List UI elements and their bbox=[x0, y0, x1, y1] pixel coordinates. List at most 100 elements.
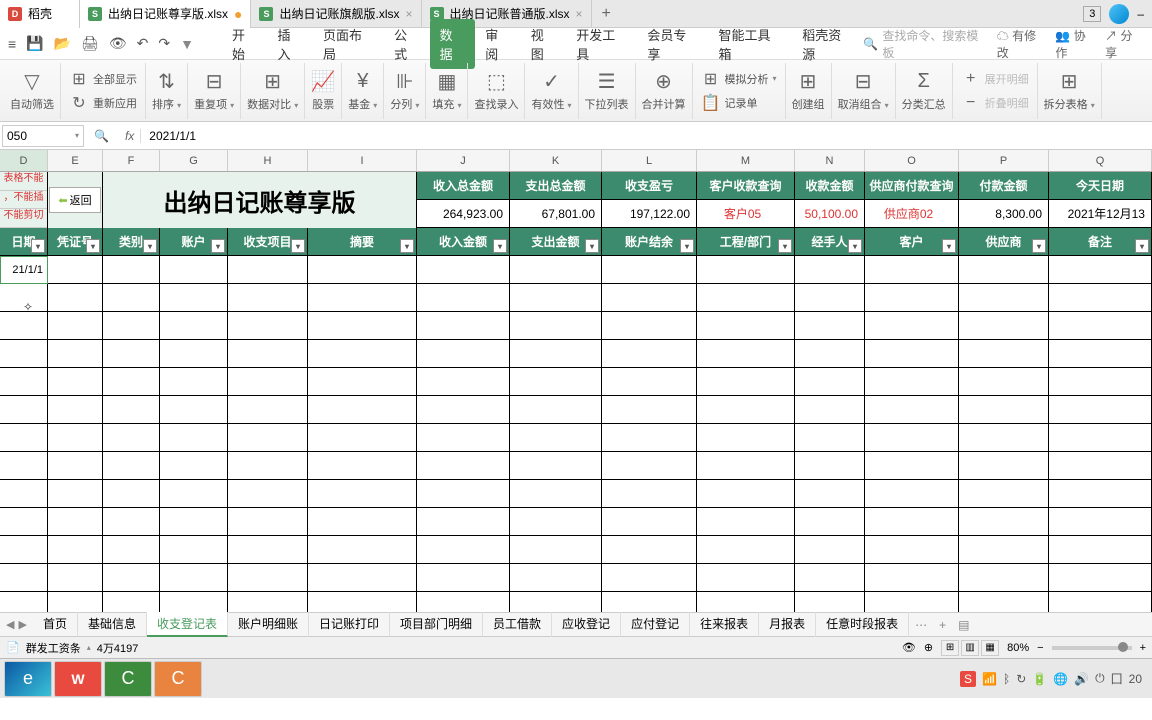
sheet-tab[interactable]: 任意时段报表 bbox=[816, 612, 909, 637]
filter-header[interactable]: 收入金额▾ bbox=[417, 228, 510, 256]
cell[interactable] bbox=[228, 424, 308, 452]
cell[interactable] bbox=[48, 508, 103, 536]
cell[interactable] bbox=[510, 340, 602, 368]
cell[interactable] bbox=[103, 480, 160, 508]
rtab-layout[interactable]: 页面布局 bbox=[313, 19, 384, 69]
cell[interactable] bbox=[959, 536, 1049, 564]
cell[interactable] bbox=[417, 480, 510, 508]
subtotal-button[interactable]: Σ分类汇总 bbox=[902, 70, 946, 112]
sheet-tab[interactable]: 应收登记 bbox=[552, 612, 621, 637]
col-header-E[interactable]: E bbox=[48, 150, 103, 171]
cell[interactable] bbox=[228, 284, 308, 312]
cell[interactable] bbox=[865, 424, 959, 452]
rtab-start[interactable]: 开始 bbox=[222, 19, 268, 69]
sheet-tab[interactable]: 往来报表 bbox=[690, 612, 759, 637]
col-header-H[interactable]: H bbox=[228, 150, 308, 171]
col-header-G[interactable]: G bbox=[160, 150, 228, 171]
command-search[interactable]: 🔍 查找命令、搜索模板 bbox=[863, 27, 988, 61]
cell[interactable] bbox=[48, 536, 103, 564]
cell[interactable] bbox=[417, 424, 510, 452]
cell[interactable] bbox=[865, 592, 959, 612]
cell[interactable] bbox=[48, 424, 103, 452]
rtab-formula[interactable]: 公式 bbox=[384, 19, 430, 69]
cell[interactable] bbox=[0, 368, 48, 396]
cell[interactable] bbox=[959, 256, 1049, 284]
cell[interactable] bbox=[417, 564, 510, 592]
view-page-icon[interactable]: ▥ bbox=[961, 640, 979, 656]
cell[interactable] bbox=[1049, 424, 1152, 452]
cell[interactable] bbox=[602, 508, 697, 536]
col-header-P[interactable]: P bbox=[959, 150, 1049, 171]
back-button[interactable]: ⬅返回 bbox=[49, 187, 100, 213]
cell[interactable] bbox=[417, 592, 510, 612]
filter-header[interactable]: 类别▾ bbox=[103, 228, 160, 256]
cell[interactable] bbox=[602, 480, 697, 508]
rtab-dev[interactable]: 开发工具 bbox=[566, 19, 637, 69]
cell[interactable] bbox=[103, 340, 160, 368]
group-button[interactable]: ⊞创建组 bbox=[792, 70, 825, 112]
cell[interactable] bbox=[865, 256, 959, 284]
cell[interactable] bbox=[697, 480, 795, 508]
cell[interactable] bbox=[959, 452, 1049, 480]
ungroup-button[interactable]: ⊟取消组合 ▾ bbox=[838, 70, 889, 112]
sheet-nav-last-icon[interactable]: ▶ bbox=[18, 618, 26, 631]
save-icon[interactable]: 💾 bbox=[26, 35, 43, 52]
rtab-insert[interactable]: 插入 bbox=[267, 19, 313, 69]
cell[interactable] bbox=[0, 340, 48, 368]
sheet-tab[interactable]: 基础信息 bbox=[78, 612, 147, 637]
filter-header[interactable]: 摘要▾ bbox=[308, 228, 417, 256]
cell[interactable] bbox=[228, 536, 308, 564]
cell[interactable] bbox=[795, 284, 865, 312]
cell[interactable] bbox=[1049, 284, 1152, 312]
col-header-J[interactable]: J bbox=[417, 150, 510, 171]
cell[interactable] bbox=[697, 424, 795, 452]
rtab-smart[interactable]: 智能工具箱 bbox=[708, 19, 792, 69]
name-box[interactable]: 050▾ bbox=[2, 125, 84, 147]
cell[interactable] bbox=[697, 340, 795, 368]
tray-bluetooth-icon[interactable]: ᛒ bbox=[1003, 672, 1010, 686]
cell[interactable] bbox=[417, 536, 510, 564]
cell[interactable] bbox=[160, 480, 228, 508]
cell[interactable] bbox=[1049, 536, 1152, 564]
cell[interactable] bbox=[308, 368, 417, 396]
status-tool-icon[interactable]: 📄 bbox=[6, 641, 20, 654]
cell[interactable] bbox=[103, 396, 160, 424]
cell[interactable] bbox=[103, 564, 160, 592]
sheet-tab[interactable]: 员工借款 bbox=[483, 612, 552, 637]
avatar[interactable] bbox=[1109, 4, 1129, 24]
show-all-button[interactable]: ⊞全部显示 bbox=[69, 69, 137, 89]
duplicates-button[interactable]: ⊟重复项 ▾ bbox=[194, 70, 234, 112]
formula-input[interactable]: 2021/1/1 bbox=[141, 129, 1152, 143]
split-table-button[interactable]: ⊞拆分表格 ▾ bbox=[1044, 70, 1095, 112]
rtab-resource[interactable]: 稻壳资源 bbox=[792, 19, 863, 69]
cell[interactable] bbox=[795, 480, 865, 508]
view-normal-icon[interactable]: ⊞ bbox=[941, 640, 959, 656]
cell[interactable] bbox=[795, 340, 865, 368]
cell[interactable] bbox=[510, 592, 602, 612]
zoom-out-icon[interactable]: − bbox=[1037, 642, 1043, 654]
cell[interactable] bbox=[602, 368, 697, 396]
find-entry-button[interactable]: ⬚查找录入 bbox=[474, 70, 518, 112]
cell[interactable] bbox=[103, 592, 160, 612]
rtab-member[interactable]: 会员专享 bbox=[637, 19, 708, 69]
sort-button[interactable]: ⇅排序 ▾ bbox=[152, 70, 181, 112]
cell[interactable] bbox=[510, 396, 602, 424]
cell[interactable] bbox=[510, 480, 602, 508]
cell[interactable] bbox=[228, 480, 308, 508]
cell[interactable] bbox=[865, 284, 959, 312]
cell[interactable] bbox=[697, 452, 795, 480]
jump-icon[interactable]: ⊕ bbox=[924, 641, 933, 654]
cell[interactable] bbox=[308, 508, 417, 536]
sheet-tab[interactable]: 日记账打印 bbox=[309, 612, 390, 637]
col-header-I[interactable]: I bbox=[308, 150, 417, 171]
cell[interactable] bbox=[417, 508, 510, 536]
filter-dropdown-icon[interactable]: ▾ bbox=[942, 239, 956, 253]
cell[interactable] bbox=[0, 424, 48, 452]
sheet-tab[interactable]: 账户明细账 bbox=[228, 612, 309, 637]
cell[interactable] bbox=[308, 340, 417, 368]
tray-icon[interactable]: S bbox=[960, 671, 976, 687]
cell[interactable] bbox=[160, 256, 228, 284]
filter-dropdown-icon[interactable]: ▾ bbox=[1135, 239, 1149, 253]
filter-dropdown-icon[interactable]: ▾ bbox=[291, 239, 305, 253]
cell[interactable] bbox=[48, 396, 103, 424]
